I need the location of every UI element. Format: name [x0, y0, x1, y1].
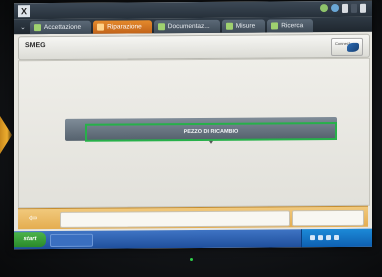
tab-documentazione[interactable]: Documentaz...	[153, 19, 220, 34]
expand-caret-icon	[209, 140, 213, 144]
spare-part-button[interactable]: PEZZO DI RICAMBIO	[85, 121, 337, 142]
car-icon	[33, 24, 41, 32]
tab-label: Riparazione	[107, 23, 142, 31]
power-led-icon	[190, 258, 193, 261]
tray-icon[interactable]	[310, 235, 315, 241]
tray-icon[interactable]	[334, 234, 339, 241]
main-content: PEZZO DI RICAMBIO	[18, 57, 370, 209]
start-button[interactable]: start	[14, 232, 46, 248]
wrench-icon	[97, 23, 105, 31]
status-icon[interactable]	[320, 4, 328, 13]
user-field	[360, 3, 366, 13]
search-icon	[271, 22, 279, 30]
taskbar-item[interactable]	[50, 233, 93, 247]
tab-menu-chevron-icon[interactable]: ⌄	[18, 21, 28, 34]
network-icon[interactable]	[331, 3, 339, 13]
vehicle-field	[351, 3, 357, 13]
tab-misure[interactable]: Misure	[221, 19, 266, 33]
status-field	[342, 3, 348, 13]
tray-icon[interactable]	[318, 235, 323, 241]
windows-taskbar: start	[14, 228, 372, 250]
document-icon	[157, 23, 165, 31]
tab-label: Documentaz...	[167, 22, 210, 31]
page-header: SMEG Connect	[18, 33, 370, 61]
tab-label: Ricerca	[281, 22, 304, 30]
gauge-icon	[225, 22, 233, 30]
system-tray-icons	[320, 3, 366, 13]
tab-label: Misure	[235, 22, 256, 30]
monitor-screen: X ⌄ Accettazione Riparazione Documentaz.…	[14, 0, 372, 250]
tab-label: Accettazione	[43, 23, 82, 32]
secondary-field	[292, 209, 364, 227]
connect-icon	[347, 42, 359, 52]
tab-riparazione[interactable]: Riparazione	[93, 20, 152, 34]
system-tray	[301, 228, 372, 248]
tab-accettazione[interactable]: Accettazione	[29, 20, 92, 35]
app-logo-icon[interactable]: X	[18, 5, 30, 18]
message-field	[60, 210, 290, 228]
page-title: SMEG	[25, 42, 46, 50]
bottom-toolbar: ⇦	[18, 205, 368, 230]
back-arrow-button[interactable]: ⇦	[24, 213, 42, 225]
tab-bar: ⌄ Accettazione Riparazione Documentaz...…	[14, 16, 372, 35]
tray-icon[interactable]	[326, 235, 331, 241]
connect-button[interactable]: Connect	[331, 37, 363, 57]
tab-ricerca[interactable]: Ricerca	[267, 19, 314, 33]
